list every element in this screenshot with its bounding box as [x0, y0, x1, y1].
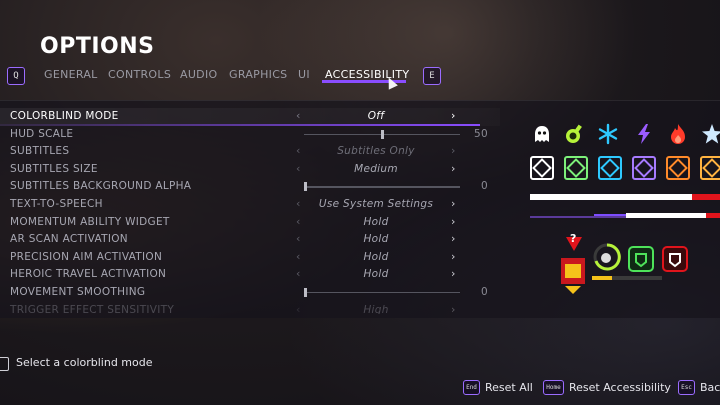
slider-thumb[interactable]: [304, 182, 307, 192]
setting-precision-aim-activation[interactable]: PRECISION AIM ACTIVATION ‹ Hold ›: [0, 249, 500, 267]
setting-heroic-travel-activation[interactable]: HEROIC TRAVEL ACTIVATION ‹ Hold ›: [0, 266, 500, 284]
setting-ar-scan-activation[interactable]: AR SCAN ACTIVATION ‹ Hold ›: [0, 231, 500, 249]
home-key-icon: Home: [543, 380, 564, 395]
setting-label: PRECISION AIM ACTIVATION: [10, 250, 163, 263]
setting-label: TEXT-TO-SPEECH: [10, 197, 103, 210]
setting-value: Hold: [363, 215, 389, 228]
slider-value: 0: [481, 285, 488, 298]
cooldown-fill: [592, 276, 612, 280]
slider-track[interactable]: [304, 186, 460, 188]
chevron-right-icon[interactable]: ›: [451, 232, 456, 245]
tab-bar: Q GENERAL CONTROLS AUDIO GRAPHICS UI ACC…: [0, 64, 720, 88]
chevron-right-icon[interactable]: ›: [451, 162, 456, 175]
setting-value: High: [363, 303, 389, 314]
setting-value: Medium: [354, 162, 398, 175]
setting-label: HEROIC TRAVEL ACTIVATION: [10, 268, 167, 281]
setting-trigger-effect-sensitivity[interactable]: TRIGGER EFFECT SENSITIVITY ‹ High ›: [0, 302, 500, 314]
star-icon: [700, 122, 720, 146]
chevron-right-icon[interactable]: ›: [451, 197, 456, 210]
setting-label: HUD SCALE: [10, 127, 74, 140]
setting-movement-smoothing[interactable]: MOVEMENT SMOOTHING 0: [0, 284, 500, 302]
slider-thumb[interactable]: [304, 287, 307, 297]
prev-tab-key[interactable]: Q: [7, 67, 25, 85]
setting-value: Off: [367, 110, 385, 122]
badge-shield-icon: [560, 256, 586, 296]
tile-cyan-icon: [598, 156, 622, 180]
setting-label: SUBTITLES BACKGROUND ALPHA: [10, 180, 192, 193]
reset-all-button[interactable]: End Reset All: [463, 380, 533, 396]
chevron-right-icon[interactable]: ›: [451, 267, 456, 280]
setting-hud-scale[interactable]: HUD SCALE 50: [0, 126, 500, 144]
chevron-right-icon[interactable]: ›: [451, 144, 456, 157]
setting-value: Hold: [363, 233, 389, 246]
slider-track[interactable]: [304, 291, 460, 294]
next-tab-key[interactable]: E: [423, 67, 441, 85]
tile-orange-icon: [666, 156, 690, 180]
slider-thumb[interactable]: [381, 129, 384, 139]
setting-label: AR SCAN ACTIVATION: [10, 233, 128, 246]
hint-text: Select a colorblind mode: [16, 356, 153, 369]
panel-divider: [0, 100, 720, 101]
lightning-icon: [632, 122, 656, 146]
chevron-right-icon[interactable]: ›: [451, 250, 456, 263]
chevron-right-icon[interactable]: ›: [451, 303, 456, 314]
ability-red-icon: [660, 244, 690, 274]
colorblind-preview: ?: [526, 118, 720, 298]
info-icon: [0, 357, 9, 371]
slider-value: 0: [481, 180, 488, 193]
page-title: OPTIONS: [40, 34, 155, 59]
setting-label: MOVEMENT SMOOTHING: [10, 285, 146, 298]
flask-icon: [562, 122, 586, 146]
setting-label: TRIGGER EFFECT SENSITIVITY: [10, 303, 175, 314]
setting-value: Hold: [363, 268, 389, 281]
setting-value: Hold: [363, 250, 389, 263]
slider-value: 50: [474, 127, 488, 140]
grenade-cooldown-icon: [592, 242, 622, 272]
ability-green-icon: [626, 244, 656, 274]
setting-text-to-speech[interactable]: TEXT-TO-SPEECH ‹ Use System Settings ›: [0, 196, 500, 214]
setting-subtitles[interactable]: SUBTITLES ‹ Subtitles Only ›: [0, 143, 500, 161]
back-button[interactable]: Esc Back: [678, 380, 720, 396]
setting-label: SUBTITLES: [10, 145, 70, 158]
flame-icon: [666, 122, 690, 146]
setting-label: COLORBLIND MODE: [10, 110, 119, 122]
ghost-icon: [530, 122, 554, 146]
chevron-right-icon[interactable]: ›: [451, 215, 456, 228]
reset-accessibility-button[interactable]: Home Reset Accessibility: [543, 380, 671, 396]
snowflake-icon: [596, 122, 620, 146]
tab-graphics[interactable]: GRAPHICS: [229, 68, 287, 81]
setting-subtitles-size[interactable]: SUBTITLES SIZE ‹ Medium ›: [0, 161, 500, 179]
tab-audio[interactable]: AUDIO: [180, 68, 217, 81]
back-label: Back: [700, 381, 720, 394]
energy-bar-critical: [706, 213, 720, 218]
setting-value: Use System Settings: [318, 197, 434, 210]
reset-accessibility-label: Reset Accessibility: [569, 381, 671, 394]
tile-amber-icon: [700, 156, 720, 180]
chevron-right-icon[interactable]: ›: [451, 109, 456, 122]
tile-green-icon: [564, 156, 588, 180]
setting-label: MOMENTUM ABILITY WIDGET: [10, 215, 170, 228]
end-key-icon: End: [463, 380, 480, 395]
settings-list: COLORBLIND MODE ‹ Off › HUD SCALE 50 SUB…: [0, 108, 500, 314]
shield-bar-segment: [594, 214, 626, 216]
tab-general[interactable]: GENERAL: [44, 68, 98, 81]
esc-key-icon: Esc: [678, 380, 695, 395]
damage-bar: [692, 194, 720, 200]
setting-momentum-ability-widget[interactable]: MOMENTUM ABILITY WIDGET ‹ Hold ›: [0, 214, 500, 232]
tile-purple-icon: [632, 156, 656, 180]
setting-label: SUBTITLES SIZE: [10, 162, 98, 175]
tab-ui[interactable]: UI: [298, 68, 310, 81]
tab-controls[interactable]: CONTROLS: [108, 68, 171, 81]
setting-subtitles-background-alpha[interactable]: SUBTITLES BACKGROUND ALPHA 0: [0, 178, 500, 196]
tile-white-icon: [530, 156, 554, 180]
reset-all-label: Reset All: [485, 381, 533, 394]
setting-value: Subtitles Only: [337, 145, 415, 158]
question-mark: ?: [570, 232, 577, 245]
setting-colorblind-mode[interactable]: COLORBLIND MODE ‹ Off ›: [0, 108, 500, 126]
